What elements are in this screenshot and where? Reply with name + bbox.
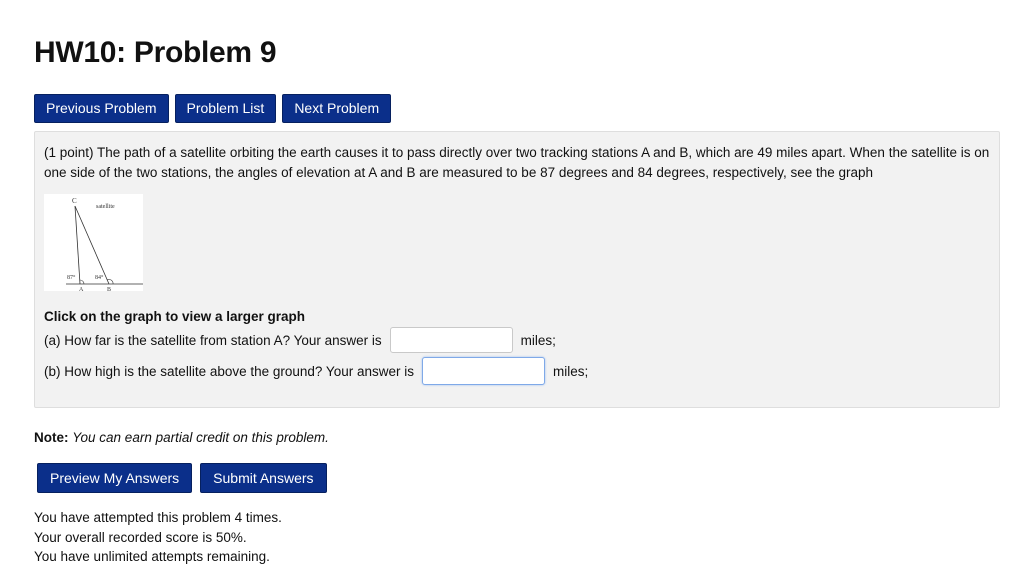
label-c: C — [72, 197, 77, 205]
label-b: B — [107, 287, 111, 291]
question-a: (a) How far is the satellite from statio… — [44, 327, 556, 353]
remaining-text: You have unlimited attempts remaining. — [34, 549, 270, 564]
label-angle-a: 87° — [67, 274, 76, 281]
attempt-status: You have attempted this problem 4 times.… — [34, 508, 282, 567]
answer-a-input[interactable] — [389, 327, 513, 353]
problem-nav: Previous Problem Problem List Next Probl… — [34, 94, 392, 123]
note-label: Note: — [34, 430, 69, 445]
submit-answers-button[interactable]: Submit Answers — [200, 463, 327, 493]
question-b-unit: miles; — [552, 363, 589, 379]
label-satellite: satellite — [96, 204, 115, 210]
previous-problem-button[interactable]: Previous Problem — [34, 94, 169, 123]
line-c-to-a — [74, 205, 81, 285]
question-b: (b) How high is the satellite above the … — [44, 357, 588, 385]
problem-list-button[interactable]: Problem List — [174, 94, 277, 123]
label-angle-b: 84° — [95, 274, 104, 281]
problem-statement: (1 point) The path of a satellite orbiti… — [44, 145, 990, 180]
partial-credit-note: Note: You can earn partial credit on thi… — [34, 430, 329, 445]
answer-b-input[interactable] — [421, 357, 545, 385]
preview-answers-button[interactable]: Preview My Answers — [37, 463, 193, 493]
graph-thumbnail[interactable]: C satellite 87° 84° A B — [44, 194, 143, 293]
angle-arc-a — [79, 279, 85, 285]
line-c-to-b — [74, 205, 110, 285]
note-text: You can earn partial credit on this prob… — [72, 430, 329, 445]
label-a: A — [79, 287, 84, 291]
question-b-label: (b) How high is the satellite above the … — [44, 363, 414, 379]
problem-panel: (1 point) The path of a satellite orbiti… — [34, 131, 1000, 408]
attempts-text: You have attempted this problem 4 times. — [34, 510, 282, 525]
answer-actions: Preview My Answers Submit Answers — [37, 463, 327, 493]
score-text: Your overall recorded score is 50%. — [34, 529, 247, 545]
click-graph-note: Click on the graph to view a larger grap… — [44, 309, 306, 324]
satellite-diagram: C satellite 87° 84° A B — [66, 197, 143, 293]
question-a-label: (a) How far is the satellite from statio… — [44, 332, 382, 348]
question-a-unit: miles; — [520, 332, 556, 348]
page-title: HW10: Problem 9 — [34, 36, 277, 69]
next-problem-button[interactable]: Next Problem — [282, 94, 392, 123]
